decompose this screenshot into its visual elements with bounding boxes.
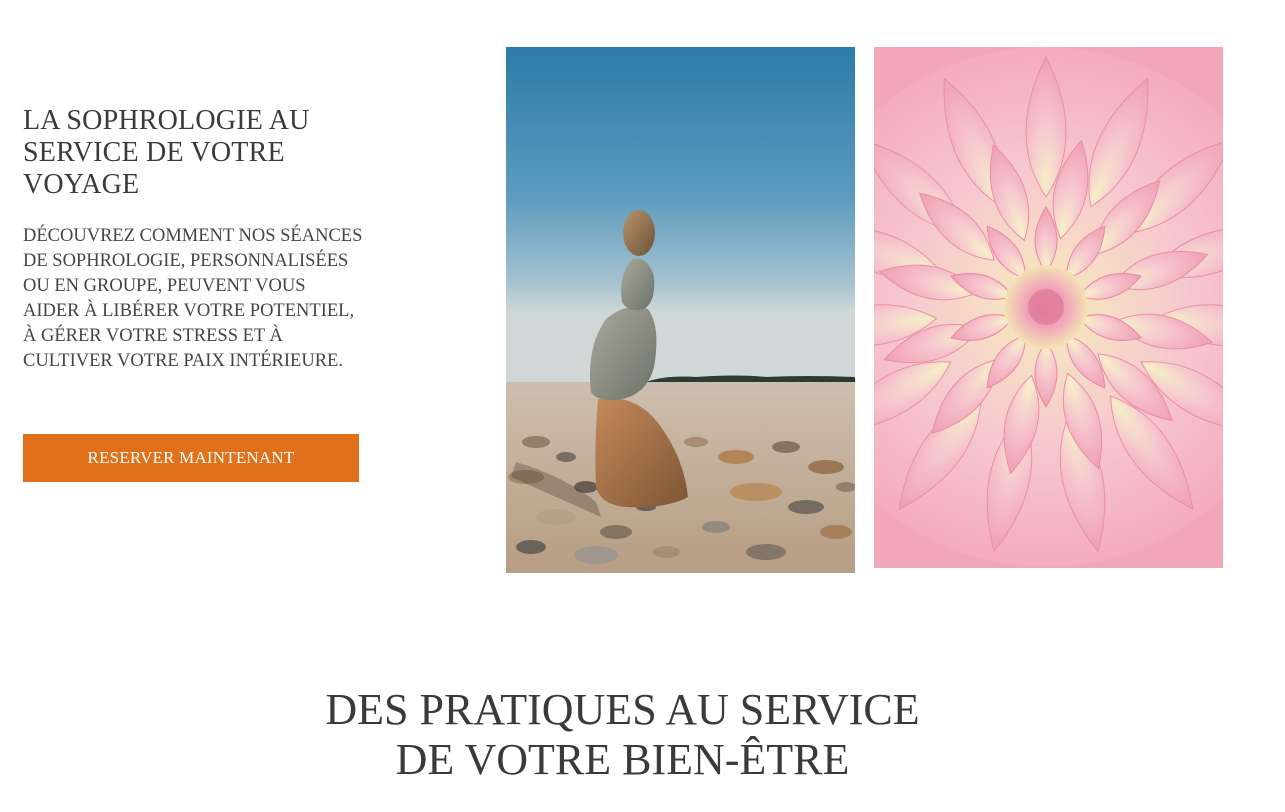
hero-description: DÉCOUVREZ COMMENT NOS SÉANCES DE SOPHROL… — [23, 226, 363, 371]
section-title-line1: DES PRATIQUES AU SERVICE — [325, 685, 920, 734]
reserve-now-button[interactable]: RESERVER MAINTENANT — [23, 434, 359, 482]
stacked-stones-photo — [506, 47, 855, 573]
section-title: DES PRATIQUES AU SERVICE DE VOTRE BIEN-Ê… — [0, 685, 1245, 785]
hero-title: LA SOPHROLOGIE AU SERVICE DE VOTRE VOYAG… — [23, 105, 310, 200]
section-title-line2: DE VOTRE BIEN-ÊTRE — [395, 735, 850, 784]
hero-text-block: LA SOPHROLOGIE AU SERVICE DE VOTRE VOYAG… — [23, 105, 368, 374]
dahlia-flower-photo — [874, 47, 1223, 568]
